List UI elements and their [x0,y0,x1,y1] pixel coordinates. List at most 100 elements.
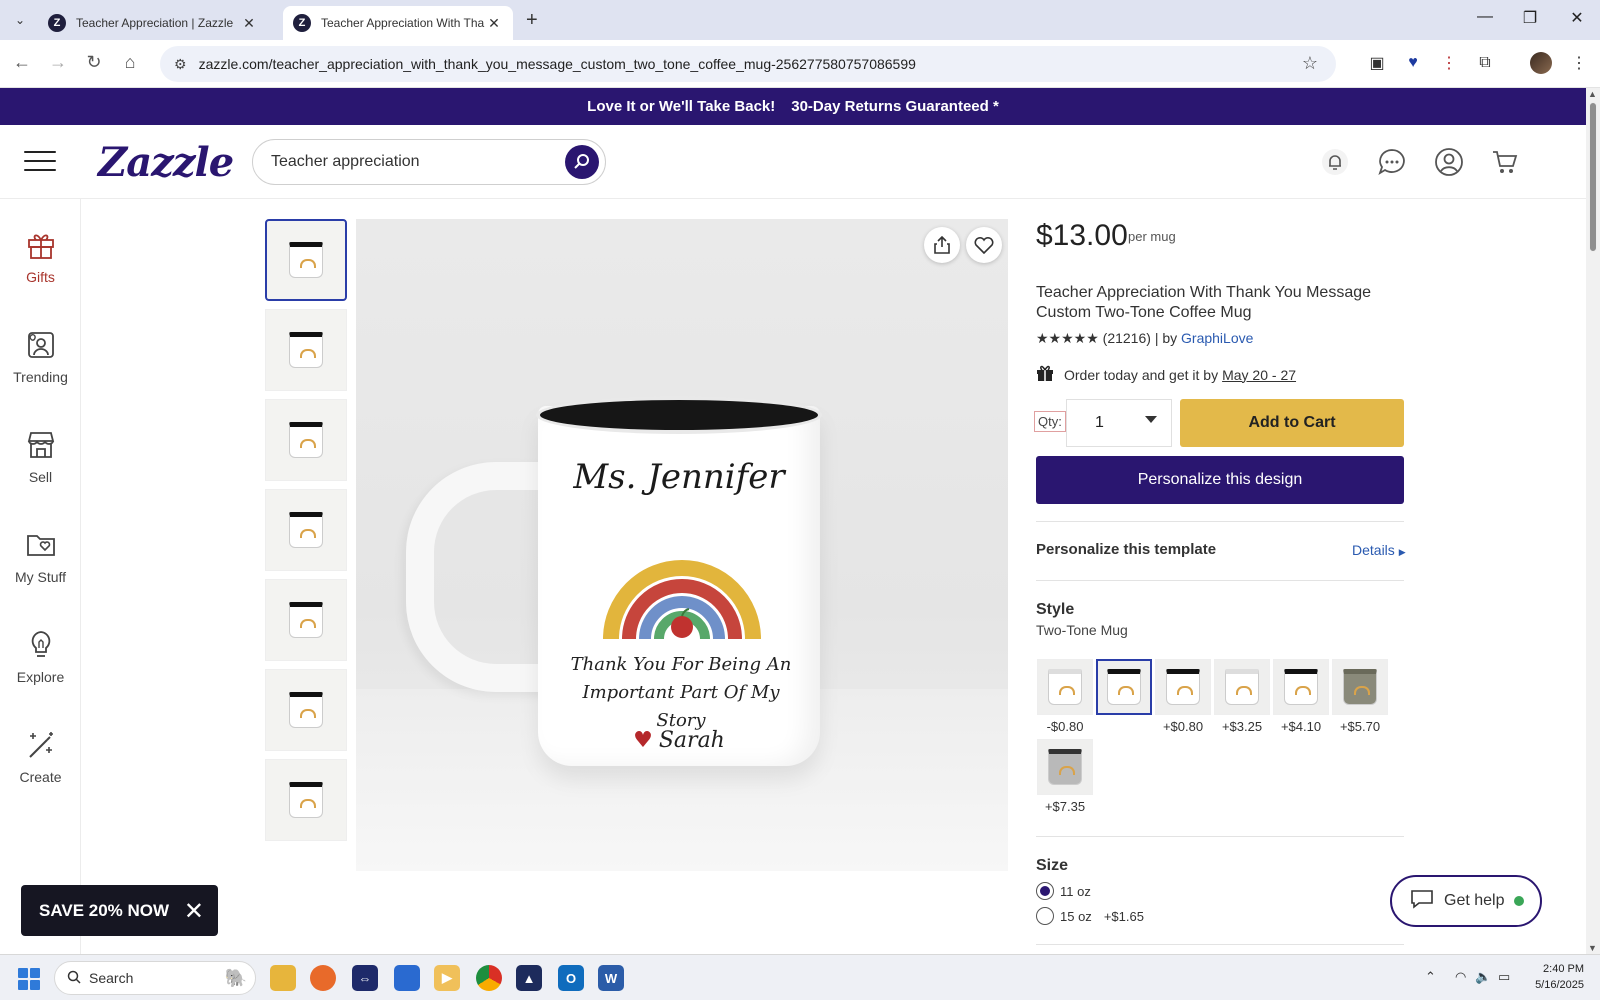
tab-inactive[interactable]: Z Teacher Appreciation | Zazzle ✕ [38,6,268,40]
taskbar-clock[interactable]: 2:40 PM 5/16/2025 [1520,961,1584,993]
favorite-heart-icon[interactable] [966,227,1002,263]
reload-icon[interactable]: ↻ [82,52,106,73]
minimize-icon[interactable]: — [1470,8,1500,26]
style-option-4[interactable] [1214,659,1270,715]
sidenav-item-create[interactable]: Create [0,727,81,785]
scroll-down-icon[interactable]: ▼ [1588,943,1597,953]
thumbnail-3[interactable] [265,399,347,481]
thumbnail-1[interactable] [265,219,347,301]
profile-avatar[interactable] [1530,52,1552,74]
get-help-button[interactable]: Get help [1390,875,1542,927]
share-icon[interactable] [924,227,960,263]
style-option-7[interactable] [1037,739,1093,795]
save-discount-banner[interactable]: SAVE 20% NOW ✕ [21,885,218,936]
radio-unselected[interactable] [1036,907,1054,925]
style-option-5[interactable] [1273,659,1329,715]
volume-icon[interactable]: 🔈 [1475,969,1491,985]
save-banner-text: SAVE 20% NOW [39,900,170,920]
windows-start-icon[interactable] [18,968,40,990]
tab-close-icon[interactable]: ✕ [485,15,503,32]
rating-stars[interactable]: ★★★★★ [1036,330,1099,346]
window-close-icon[interactable]: ✕ [1562,8,1592,28]
word-icon[interactable]: W [598,965,624,991]
url-text: zazzle.com/teacher_appreciation_with_tha… [198,56,916,72]
quantity-select[interactable]: 1 [1066,399,1172,447]
delivery-date-link[interactable]: May 20 - 27 [1222,367,1296,383]
tab-active[interactable]: Z Teacher Appreciation With Thank Y ✕ [283,6,513,40]
scroll-up-icon[interactable]: ▲ [1588,89,1597,99]
url-field[interactable]: ⚙ zazzle.com/teacher_appreciation_with_t… [160,46,1336,82]
style-option-2[interactable] [1096,659,1152,715]
shield-app-icon[interactable] [394,965,420,991]
extensions-puzzle-icon[interactable]: ⧉ [1474,52,1496,74]
sidenav-item-trending[interactable]: Trending [0,327,81,385]
address-bar: ← → ↻ ⌂ ⚙ zazzle.com/teacher_appreciatio… [0,40,1600,88]
dots-extension-icon[interactable]: ⋮ [1438,52,1460,74]
shield-extension-icon[interactable]: ♥ [1402,52,1424,74]
promo-banner[interactable]: Love It or We'll Take Back! 30-Day Retur… [0,88,1586,125]
search-value: Teacher appreciation [271,153,420,170]
account-icon[interactable] [1432,145,1466,179]
mug-style-image [1048,669,1082,705]
add-to-cart-button[interactable]: Add to Cart [1180,399,1404,447]
style-price: -$0.80 [1046,719,1084,734]
wifi-icon[interactable]: ◠ [1455,969,1466,985]
review-count[interactable]: (21216) [1103,330,1151,346]
forward-icon[interactable]: → [46,52,70,73]
style-option-3[interactable] [1155,659,1211,715]
seller-link[interactable]: GraphiLove [1181,330,1253,346]
tab-search-button[interactable]: ⌄ [8,8,32,32]
chat-icon[interactable] [1375,145,1409,179]
clock-time: 2:40 PM [1543,963,1584,975]
sidenav-item-explore[interactable]: Explore [0,627,81,685]
style-option-1[interactable] [1037,659,1093,715]
close-icon[interactable]: ✕ [184,897,204,926]
size-option-15oz[interactable]: 15 oz +$1.65 [1036,907,1144,925]
terminal-app-icon[interactable]: ▲ [516,965,542,991]
chevron-up-icon[interactable]: ⌃ [1425,969,1436,985]
bell-icon[interactable] [1318,145,1352,179]
promo-right-text: 30-Day Returns Guaranteed * [791,98,999,115]
firefox-icon[interactable] [310,965,336,991]
zazzle-logo[interactable]: Zazzle [98,139,234,186]
tab-close-icon[interactable]: ✕ [240,15,258,32]
battery-icon[interactable]: ▭ [1498,969,1510,985]
outlook-icon[interactable]: O [558,965,584,991]
sidenav-item-sell[interactable]: Sell [0,427,81,485]
remote-app-icon[interactable]: ⇔ [352,965,378,991]
media-app-icon[interactable]: ▶ [434,965,460,991]
hamburger-menu-icon[interactable] [24,151,56,171]
browser-tab-bar: ⌄ Z Teacher Appreciation | Zazzle ✕ Z Te… [0,0,1600,40]
site-info-icon[interactable]: ⚙ [174,56,187,73]
sidenav-item-gifts[interactable]: Gifts [0,227,81,285]
thumbnail-5[interactable] [265,579,347,661]
bookmark-star-icon[interactable]: ☆ [1302,53,1318,74]
details-link[interactable]: Details ▶ [1352,542,1406,558]
thumbnail-4[interactable] [265,489,347,571]
mug-style-image [1107,669,1141,705]
back-icon[interactable]: ← [10,52,34,73]
personalize-design-button[interactable]: Personalize this design [1036,456,1404,504]
search-input[interactable]: Teacher appreciation [252,139,606,185]
search-icon[interactable] [565,145,599,179]
restore-icon[interactable]: ❐ [1515,8,1545,28]
new-tab-button[interactable]: + [526,9,538,32]
chrome-icon[interactable] [476,965,502,991]
page-scrollbar[interactable]: ▲ ▼ [1586,88,1600,954]
cart-icon[interactable] [1488,145,1522,179]
thumbnail-2[interactable] [265,309,347,391]
file-explorer-icon[interactable] [270,965,296,991]
size-option-11oz[interactable]: 11 oz [1036,882,1091,900]
taskbar-search[interactable]: Search 🐘 [54,961,256,995]
personalize-template-heading[interactable]: Personalize this template [1036,541,1216,558]
product-main-image[interactable]: Ms. Jennifer Thank You For Being An Impo… [356,219,1008,871]
sidenav-item-my-stuff[interactable]: My Stuff [0,527,81,585]
home-icon[interactable]: ⌂ [118,52,142,73]
style-option-6[interactable] [1332,659,1388,715]
scrollbar-thumb[interactable] [1589,102,1597,252]
browser-menu-icon[interactable]: ⋮ [1568,52,1590,74]
image-extension-icon[interactable]: ▣ [1366,52,1388,74]
radio-selected[interactable] [1036,882,1054,900]
thumbnail-7[interactable] [265,759,347,841]
thumbnail-6[interactable] [265,669,347,751]
